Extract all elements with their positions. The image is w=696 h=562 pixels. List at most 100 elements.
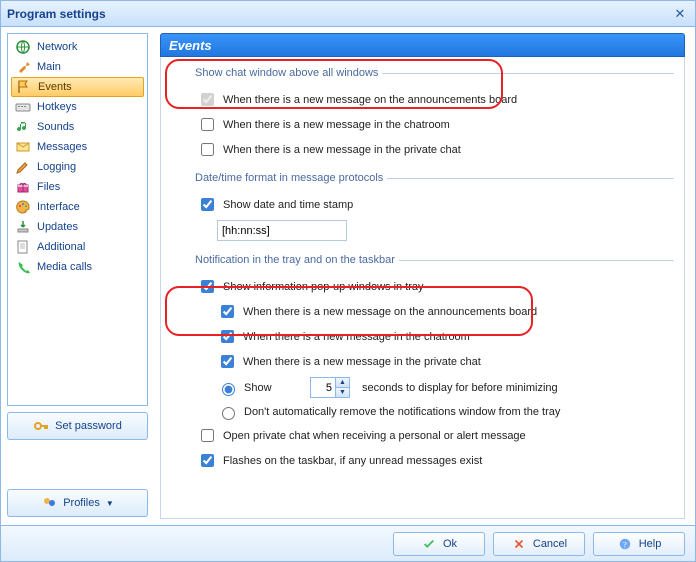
chk-flashes-taskbar[interactable] <box>201 454 214 467</box>
chk-label: Open private chat when receiving a perso… <box>223 430 526 442</box>
cancel-button[interactable]: Cancel <box>493 532 585 556</box>
seconds-suffix: seconds to display for before minimizing <box>362 382 558 394</box>
chk-tray-private[interactable] <box>221 355 234 368</box>
radio-label: Don't automatically remove the notificat… <box>244 406 560 418</box>
spin-down-icon[interactable]: ▼ <box>335 388 349 397</box>
sidebar-item-label: Additional <box>37 241 85 253</box>
settings-dialog: Program settings ✕ Network Main Events <box>0 0 696 562</box>
sidebar-item-label: Logging <box>37 161 76 173</box>
cancel-icon <box>511 536 527 552</box>
datetime-format-field[interactable] <box>217 220 347 241</box>
pane-title: Events <box>160 33 685 57</box>
phone-icon <box>15 259 31 275</box>
chk-label: When there is a new message in the priva… <box>243 356 481 368</box>
help-label: Help <box>639 538 662 550</box>
sidebar-item-label: Messages <box>37 141 87 153</box>
spin-up-icon[interactable]: ▲ <box>335 378 349 388</box>
globe-icon <box>15 39 31 55</box>
chk-open-private[interactable] <box>201 429 214 442</box>
pencil-icon <box>15 159 31 175</box>
updates-icon <box>15 219 31 235</box>
help-icon: ? <box>617 536 633 552</box>
main-pane: Events Show chat window above all window… <box>154 27 695 525</box>
group-datetime-format: Date/time format in message protocols Sh… <box>191 172 674 244</box>
check-icon <box>421 536 437 552</box>
group-tray-notification: Notification in the tray and on the task… <box>191 254 674 473</box>
key-icon <box>33 418 49 434</box>
sidebar-item-label: Events <box>38 81 72 93</box>
sidebar-item-label: Updates <box>37 221 78 233</box>
chk-label: When there is a new message in the chatr… <box>243 331 470 343</box>
ok-button[interactable]: Ok <box>393 532 485 556</box>
profiles-icon <box>41 495 57 511</box>
sidebar-item-logging[interactable]: Logging <box>11 157 144 177</box>
profiles-button[interactable]: Profiles ▼ <box>7 489 148 517</box>
chk-popup-tray[interactable] <box>201 280 214 293</box>
nav-list: Network Main Events Hotkeys Sounds <box>7 33 148 406</box>
gift-icon <box>15 179 31 195</box>
group-legend: Date/time format in message protocols <box>191 172 387 184</box>
music-icon <box>15 119 31 135</box>
set-password-label: Set password <box>55 420 122 432</box>
chk-label: Show date and time stamp <box>223 199 353 211</box>
sidebar-item-label: Media calls <box>37 261 92 273</box>
sidebar-item-network[interactable]: Network <box>11 37 144 57</box>
sidebar-item-updates[interactable]: Updates <box>11 217 144 237</box>
sidebar-item-interface[interactable]: Interface <box>11 197 144 217</box>
radio-label: Show <box>244 382 304 394</box>
ok-label: Ok <box>443 538 457 550</box>
radio-show-seconds[interactable] <box>222 383 235 396</box>
sidebar-item-files[interactable]: Files <box>11 177 144 197</box>
keyboard-icon <box>15 99 31 115</box>
sidebar-item-additional[interactable]: Additional <box>11 237 144 257</box>
chk-tray-ann-board[interactable] <box>221 305 234 318</box>
palette-icon <box>15 199 31 215</box>
seconds-stepper[interactable]: ▲ ▼ <box>310 377 350 398</box>
sidebar-item-label: Interface <box>37 201 80 213</box>
titlebar: Program settings ✕ <box>1 1 695 27</box>
sidebar-item-label: Network <box>37 41 77 53</box>
group-legend: Notification in the tray and on the task… <box>191 254 399 266</box>
chevron-down-icon: ▼ <box>106 499 114 508</box>
chk-label: When there is a new message on the annou… <box>243 306 537 318</box>
radio-dont-remove[interactable] <box>222 407 235 420</box>
chk-label: When there is a new message in the priva… <box>223 144 461 156</box>
help-button[interactable]: ? Help <box>593 532 685 556</box>
chk-label: When there is a new message in the chatr… <box>223 119 450 131</box>
cancel-label: Cancel <box>533 538 567 550</box>
envelope-icon <box>15 139 31 155</box>
chk-label: When there is a new message on the annou… <box>223 94 517 106</box>
group-show-chat-window: Show chat window above all windows When … <box>191 67 674 162</box>
page-icon <box>15 239 31 255</box>
sidebar-item-messages[interactable]: Messages <box>11 137 144 157</box>
chk-label: Flashes on the taskbar, if any unread me… <box>223 455 482 467</box>
sidebar-item-main[interactable]: Main <box>11 57 144 77</box>
sidebar: Network Main Events Hotkeys Sounds <box>1 27 154 525</box>
profiles-label: Profiles <box>63 497 100 509</box>
sidebar-item-label: Files <box>37 181 60 193</box>
svg-text:?: ? <box>623 539 627 549</box>
wrench-icon <box>15 59 31 75</box>
chk-label: Show information pop-up windows in tray <box>223 281 424 293</box>
chk-tray-chatroom[interactable] <box>221 330 234 343</box>
window-title: Program settings <box>7 7 106 21</box>
chk-private-top[interactable] <box>201 143 214 156</box>
pane-body: Show chat window above all windows When … <box>160 57 685 519</box>
close-icon[interactable]: ✕ <box>671 5 689 23</box>
group-legend: Show chat window above all windows <box>191 67 382 79</box>
chk-ann-board-top[interactable] <box>201 93 214 106</box>
chk-show-stamp[interactable] <box>201 198 214 211</box>
sidebar-item-hotkeys[interactable]: Hotkeys <box>11 97 144 117</box>
sidebar-item-label: Hotkeys <box>37 101 77 113</box>
sidebar-item-label: Main <box>37 61 61 73</box>
dialog-body: Network Main Events Hotkeys Sounds <box>1 27 695 525</box>
dialog-footer: Ok Cancel ? Help <box>1 525 695 561</box>
set-password-button[interactable]: Set password <box>7 412 148 440</box>
sidebar-item-label: Sounds <box>37 121 74 133</box>
sidebar-item-sounds[interactable]: Sounds <box>11 117 144 137</box>
sidebar-item-media-calls[interactable]: Media calls <box>11 257 144 277</box>
sidebar-item-events[interactable]: Events <box>11 77 144 97</box>
flag-icon <box>16 79 32 95</box>
chk-chatroom-top[interactable] <box>201 118 214 131</box>
seconds-field[interactable] <box>311 378 335 397</box>
